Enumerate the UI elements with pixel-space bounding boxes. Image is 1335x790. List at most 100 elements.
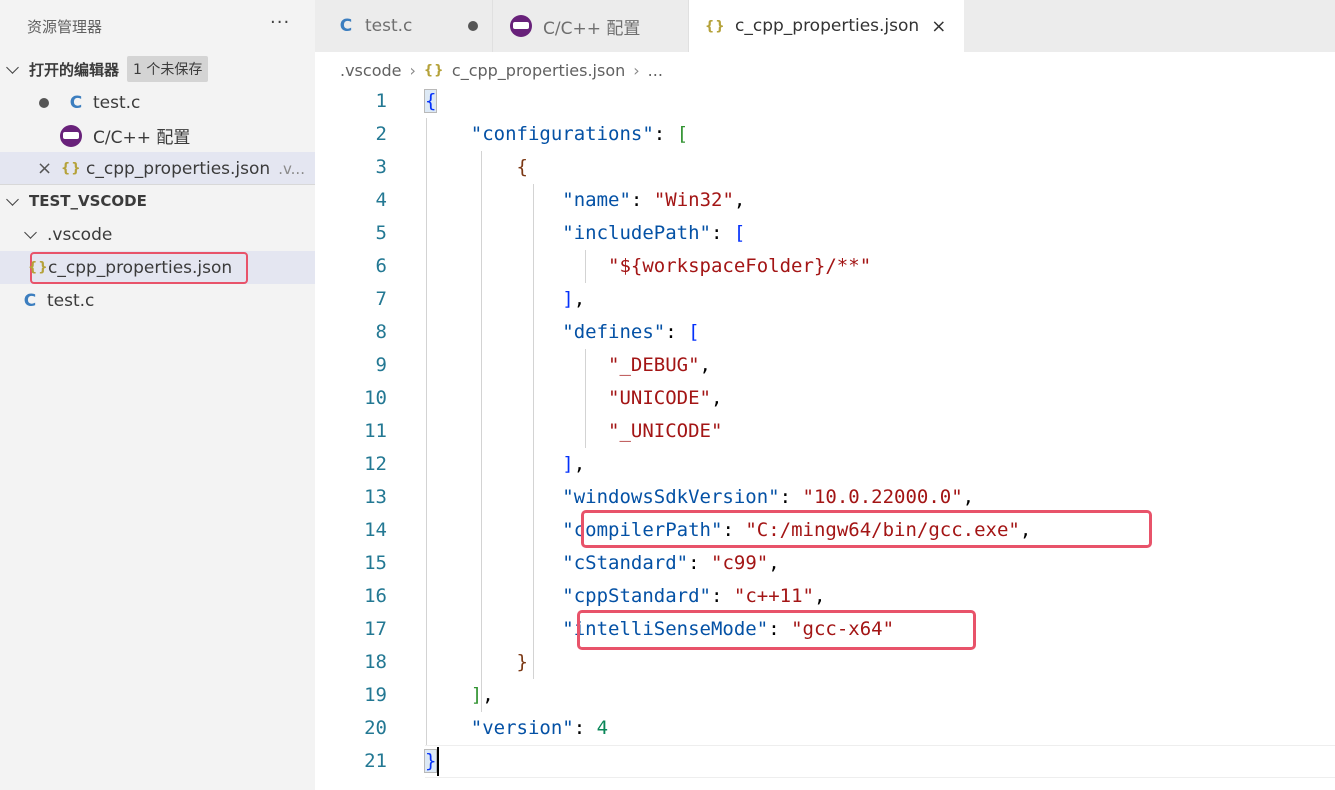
chevron-down-icon	[6, 192, 19, 206]
line-number: 18	[364, 651, 387, 673]
code-line: 11 "_UNICODE"	[315, 415, 1335, 448]
open-editor-item-test-c[interactable]: C test.c	[0, 86, 315, 119]
code-text: {	[423, 89, 438, 113]
open-editors-label: 打开的编辑器	[29, 60, 120, 79]
line-number: 13	[364, 486, 387, 508]
line-number: 9	[375, 354, 387, 376]
code-text: "_UNICODE"	[608, 420, 723, 442]
file-path-suffix: .v...	[278, 159, 305, 178]
open-editor-label: c_cpp_properties.json	[86, 158, 271, 179]
section-divider	[0, 184, 315, 185]
line-number: 5	[375, 222, 387, 244]
code-line: 12 ],	[315, 448, 1335, 481]
tab-c-cpp-properties[interactable]: {} c_cpp_properties.json ×	[689, 0, 964, 52]
open-editors-header[interactable]: 打开的编辑器 1 个未保存	[0, 54, 315, 84]
chevron-down-icon	[24, 226, 37, 239]
highlight-box-compiler-path	[581, 510, 1152, 548]
more-actions-icon[interactable]: ···	[270, 12, 290, 33]
unsaved-dot-icon[interactable]	[39, 97, 49, 108]
line-number: 17	[364, 618, 387, 640]
code-text: ],	[562, 453, 586, 475]
line-number: 21	[364, 750, 387, 772]
line-number: 14	[364, 519, 387, 541]
tree-item-json[interactable]: {} c_cpp_properties.json	[0, 251, 315, 284]
line-number: 16	[364, 585, 387, 607]
close-icon[interactable]: ×	[931, 16, 946, 37]
tab-label: C/C++ 配置	[543, 18, 641, 39]
open-editor-item-json[interactable]: × {} c_cpp_properties.json .v...	[0, 152, 315, 185]
code-line: 8 "defines": [	[315, 316, 1335, 349]
code-editor[interactable]: 1 { 2 "configurations": [ 3 { 4 "name": …	[315, 85, 1335, 790]
line-number: 3	[375, 156, 387, 178]
code-line: 16 "cppStandard": "c++11",	[315, 580, 1335, 613]
cpp-extension-icon	[60, 124, 82, 147]
line-number: 11	[364, 420, 387, 442]
line-number: 20	[364, 717, 387, 739]
code-text: "${workspaceFolder}/**"	[608, 255, 872, 277]
tab-label: test.c	[365, 16, 413, 36]
code-line: 9 "_DEBUG",	[315, 349, 1335, 382]
code-line: 2 "configurations": [	[315, 118, 1335, 151]
c-file-icon: C	[23, 290, 37, 311]
highlight-box-intellisense-mode	[577, 610, 976, 650]
code-line: 20 "version": 4	[315, 712, 1335, 745]
line-number: 4	[375, 189, 387, 211]
code-text: "cStandard": "c99",	[562, 552, 780, 574]
code-text: }	[423, 749, 438, 773]
code-line: 4 "name": "Win32",	[315, 184, 1335, 217]
code-text: "includePath": [	[562, 222, 746, 244]
code-text: {	[516, 156, 528, 178]
highlight-box: {} c_cpp_properties.json	[28, 251, 249, 284]
explorer-sidebar: 资源管理器 ··· 打开的编辑器 1 个未保存 C test.c C/C++ 配…	[0, 0, 315, 790]
json-file-icon: {}	[28, 260, 49, 275]
line-number: 10	[364, 387, 387, 409]
workspace-label: TEST_VSCODE	[29, 192, 147, 210]
open-editor-label: test.c	[93, 92, 141, 113]
explorer-title: 资源管理器	[27, 18, 103, 36]
line-number: 2	[375, 123, 387, 145]
json-file-icon: {}	[423, 62, 445, 78]
c-file-icon: C	[69, 92, 83, 113]
code-text: "cppStandard": "c++11",	[562, 585, 826, 607]
c-file-icon: C	[339, 16, 353, 36]
line-number: 19	[364, 684, 387, 706]
code-line: 5 "includePath": [	[315, 217, 1335, 250]
code-text: "defines": [	[562, 321, 700, 343]
line-number: 1	[375, 90, 387, 112]
code-line: 19 ],	[315, 679, 1335, 712]
line-number: 7	[375, 288, 387, 310]
tab-cpp-config[interactable]: C/C++ 配置	[493, 0, 689, 52]
tab-test-c[interactable]: C test.c	[315, 0, 493, 52]
chevron-right-icon: ›	[633, 60, 640, 80]
tab-label: c_cpp_properties.json	[735, 16, 920, 36]
code-text: ],	[470, 684, 494, 706]
text-caret	[437, 747, 439, 776]
line-number: 6	[375, 255, 387, 277]
tree-item-test-c[interactable]: C test.c	[0, 284, 315, 317]
unsaved-dot-icon[interactable]	[468, 21, 478, 31]
json-file-icon: {}	[61, 161, 82, 176]
tree-item-label: test.c	[47, 290, 95, 311]
open-editor-item-cpp-config[interactable]: C/C++ 配置	[0, 119, 315, 152]
cpp-extension-icon	[510, 15, 532, 37]
breadcrumb-file[interactable]: c_cpp_properties.json	[452, 61, 625, 80]
code-line: 18 }	[315, 646, 1335, 679]
json-file-icon: {}	[705, 18, 726, 34]
code-line: 3 {	[315, 151, 1335, 184]
open-editor-label: C/C++ 配置	[93, 128, 191, 148]
tab-bar: C test.c C/C++ 配置 {} c_cpp_properties.js…	[315, 0, 1335, 52]
close-icon[interactable]: ×	[37, 158, 52, 179]
breadcrumb-folder[interactable]: .vscode	[340, 61, 401, 80]
code-line: 7 ],	[315, 283, 1335, 316]
code-text: "name": "Win32",	[562, 189, 746, 211]
chevron-down-icon	[6, 60, 19, 74]
tree-item-label: c_cpp_properties.json	[48, 257, 233, 278]
code-line: 15 "cStandard": "c99",	[315, 547, 1335, 580]
breadcrumb-more[interactable]: ...	[648, 61, 663, 80]
code-line: 21 }	[315, 745, 1335, 778]
folder-label: .vscode	[47, 224, 113, 245]
folder-vscode[interactable]: .vscode	[0, 218, 315, 251]
workspace-header[interactable]: TEST_VSCODE	[0, 186, 315, 216]
code-text: }	[516, 651, 528, 673]
code-text: "UNICODE",	[608, 387, 723, 409]
